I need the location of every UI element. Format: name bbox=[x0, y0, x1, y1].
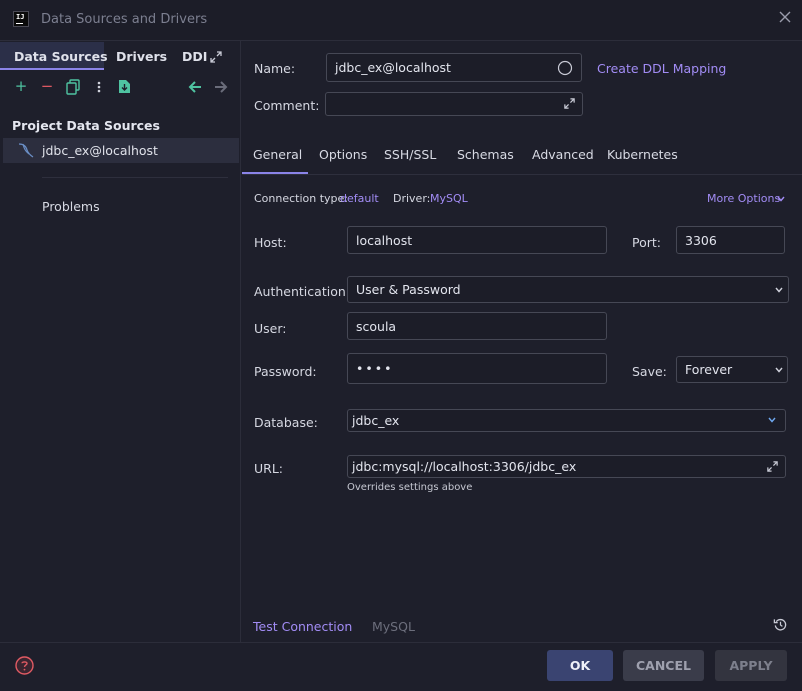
authentication-label: Authentication: bbox=[254, 284, 350, 299]
more-vertical-icon[interactable] bbox=[96, 80, 102, 94]
data-source-item[interactable]: jdbc_ex@localhost bbox=[3, 138, 239, 163]
database-value: jdbc_ex bbox=[352, 413, 400, 428]
tab-drivers[interactable]: Drivers bbox=[116, 49, 167, 69]
import-icon[interactable] bbox=[118, 79, 131, 94]
more-options-link[interactable]: More Options bbox=[707, 192, 780, 205]
tabs-divider bbox=[242, 174, 802, 175]
user-value: scoula bbox=[356, 318, 397, 334]
ok-button[interactable]: OK bbox=[547, 650, 613, 681]
apply-button[interactable]: APPLY bbox=[715, 650, 787, 681]
color-circle-icon[interactable] bbox=[557, 60, 573, 76]
comment-field[interactable] bbox=[325, 92, 583, 116]
port-value: 3306 bbox=[685, 232, 717, 248]
user-field[interactable]: scoula bbox=[347, 312, 607, 340]
password-label: Password: bbox=[254, 364, 317, 379]
password-field[interactable]: •••• bbox=[347, 353, 607, 384]
chevron-down-icon bbox=[775, 287, 783, 293]
expand-comment-icon[interactable] bbox=[563, 97, 576, 110]
create-ddl-mapping-link[interactable]: Create DDL Mapping bbox=[597, 61, 726, 76]
driver-value[interactable]: MySQL bbox=[430, 192, 468, 205]
connection-type-label: Connection type: bbox=[254, 192, 349, 205]
remove-icon[interactable]: − bbox=[40, 79, 54, 94]
close-icon[interactable] bbox=[776, 10, 794, 28]
tab-ssh-ssl[interactable]: SSH/SSL bbox=[384, 147, 436, 162]
save-select[interactable]: Forever bbox=[676, 356, 788, 383]
expand-url-icon[interactable] bbox=[766, 460, 779, 473]
reset-icon[interactable] bbox=[773, 617, 788, 632]
port-field[interactable]: 3306 bbox=[676, 226, 785, 254]
tab-schemas[interactable]: Schemas bbox=[457, 147, 514, 162]
problems-item[interactable]: Problems bbox=[42, 199, 100, 214]
host-value: localhost bbox=[356, 232, 413, 248]
cancel-button[interactable]: CANCEL bbox=[623, 650, 704, 681]
url-field[interactable]: jdbc:mysql://localhost:3306/jdbc_ex bbox=[347, 455, 786, 478]
url-hint: Overrides settings above bbox=[347, 482, 473, 493]
divider bbox=[42, 177, 228, 178]
save-label: Save: bbox=[632, 364, 667, 379]
arrow-left-icon[interactable] bbox=[188, 81, 202, 93]
add-icon[interactable]: + bbox=[14, 79, 28, 94]
url-label: URL: bbox=[254, 461, 284, 476]
authentication-value: User & Password bbox=[356, 282, 461, 297]
database-field[interactable]: jdbc_ex bbox=[347, 409, 786, 432]
chevron-down-icon bbox=[768, 417, 776, 423]
arrow-right-icon[interactable] bbox=[214, 81, 228, 93]
tab-ddl[interactable]: DDI bbox=[182, 49, 207, 69]
left-panel: Data Sources Drivers DDI + − Project Dat… bbox=[0, 41, 241, 642]
name-value: jdbc_ex@localhost bbox=[335, 60, 451, 75]
host-label: Host: bbox=[254, 235, 287, 250]
section-title: Project Data Sources bbox=[12, 118, 160, 133]
copy-icon[interactable] bbox=[66, 79, 80, 95]
password-value: •••• bbox=[356, 361, 394, 376]
chevron-down-icon bbox=[777, 196, 785, 202]
footer-divider bbox=[0, 642, 802, 643]
name-field[interactable]: jdbc_ex@localhost bbox=[326, 53, 582, 82]
name-label: Name: bbox=[254, 61, 296, 76]
help-icon[interactable] bbox=[15, 656, 34, 675]
tab-kubernetes[interactable]: Kubernetes bbox=[607, 147, 678, 162]
driver-label: Driver: bbox=[393, 192, 431, 205]
tab-general[interactable]: General bbox=[253, 147, 302, 162]
port-label: Port: bbox=[632, 235, 661, 250]
connection-type-value[interactable]: default bbox=[340, 192, 379, 205]
title-bar: IJ Data Sources and Drivers bbox=[0, 0, 802, 41]
tab-data-sources[interactable]: Data Sources bbox=[14, 49, 108, 69]
expand-icon[interactable] bbox=[209, 50, 223, 64]
intellij-icon: IJ bbox=[13, 11, 29, 27]
host-field[interactable]: localhost bbox=[347, 226, 607, 254]
user-label: User: bbox=[254, 321, 287, 336]
data-source-label: jdbc_ex@localhost bbox=[42, 143, 158, 158]
tab-options[interactable]: Options bbox=[319, 147, 367, 162]
chevron-down-icon bbox=[775, 367, 783, 373]
window-title: Data Sources and Drivers bbox=[41, 12, 208, 27]
save-value: Forever bbox=[685, 362, 733, 377]
driver-name-label: MySQL bbox=[372, 619, 415, 634]
database-label: Database: bbox=[254, 415, 318, 430]
comment-label: Comment: bbox=[254, 98, 320, 113]
tab-advanced[interactable]: Advanced bbox=[532, 147, 594, 162]
authentication-select[interactable]: User & Password bbox=[347, 276, 789, 303]
test-connection-link[interactable]: Test Connection bbox=[253, 619, 352, 634]
mysql-dolphin-icon bbox=[17, 141, 35, 159]
url-value: jdbc:mysql://localhost:3306/jdbc_ex bbox=[352, 459, 577, 474]
